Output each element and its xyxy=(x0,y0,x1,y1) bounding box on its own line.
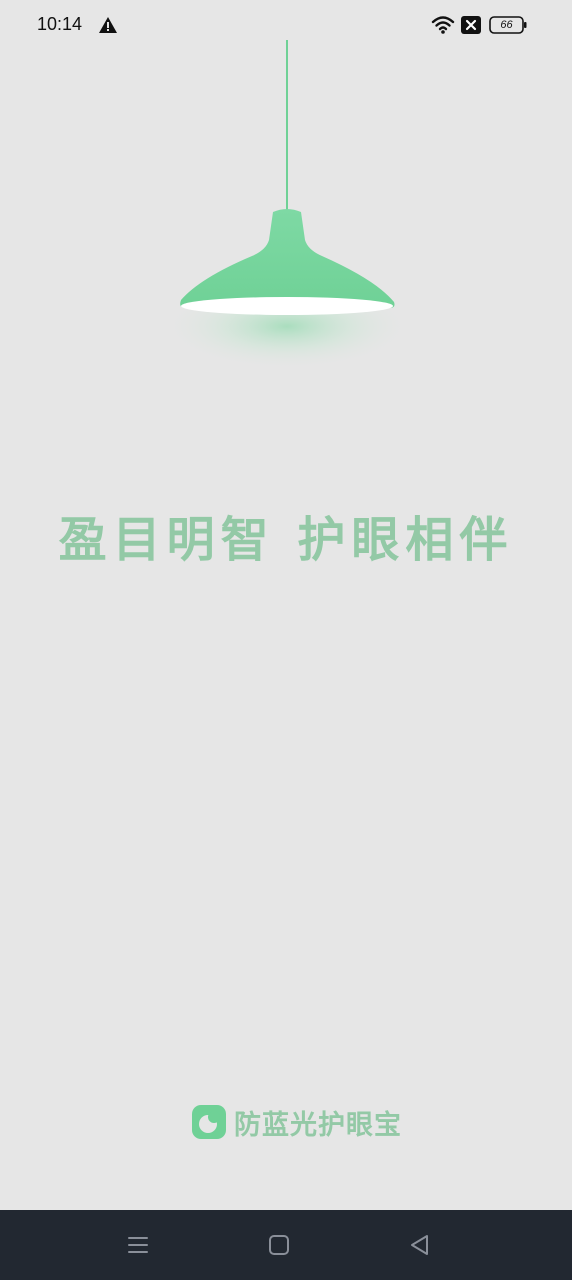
menu-icon[interactable] xyxy=(123,1230,153,1260)
app-logo-icon xyxy=(192,1105,226,1139)
warning-icon xyxy=(99,17,117,33)
notification-x-icon xyxy=(461,16,481,34)
lamp-illustration xyxy=(162,40,412,379)
navigation-bar xyxy=(0,1210,572,1280)
brand-name: 防蓝光护眼宝 xyxy=(234,1109,402,1141)
home-icon[interactable] xyxy=(264,1230,294,1260)
brand: 防蓝光护眼宝 xyxy=(192,1104,402,1141)
wifi-icon xyxy=(431,16,455,34)
battery-level: 66 xyxy=(500,19,513,31)
back-icon[interactable] xyxy=(405,1230,435,1260)
slogan-text: 盈目明智 护眼相伴 xyxy=(58,512,514,568)
status-time: 10:14 xyxy=(37,14,83,34)
